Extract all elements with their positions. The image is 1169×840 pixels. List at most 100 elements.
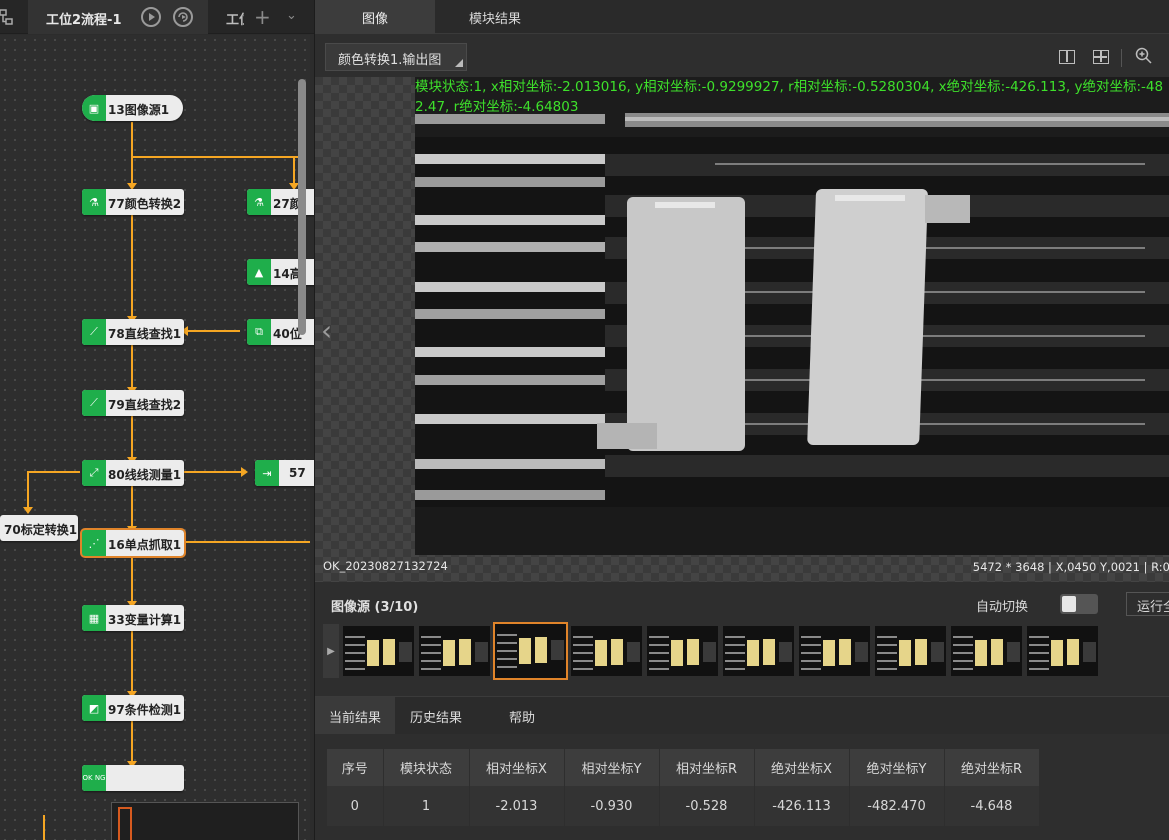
image-thumbnail[interactable] — [571, 626, 642, 676]
output-icon: ⇥ — [255, 460, 279, 486]
auto-switch-toggle[interactable] — [1060, 594, 1098, 614]
flow-node-57[interactable]: ⇥ 57 — [255, 460, 314, 486]
inspection-image — [415, 77, 1169, 555]
flow-node-variable-calc-1[interactable]: ▦ 33变量计算1 — [82, 605, 184, 631]
flow-tree-icon[interactable] — [0, 8, 16, 26]
flow-node-image-source[interactable]: ▣ 13图像源1 — [82, 95, 183, 121]
measure-icon: ⤢ — [82, 460, 106, 486]
thumbnail-strip: ▶ — [315, 622, 1169, 680]
position-fix-icon: ⧉ — [247, 319, 271, 345]
tab-image[interactable]: 图像 — [315, 0, 435, 34]
tab-flow-2[interactable]: 工位 + ⌄ — [218, 0, 314, 34]
flow-node-condition-check-1[interactable]: ◩ 97条件检测1 — [82, 695, 184, 721]
result-overlay-text: 模块状态:1, x相对坐标:-2.013016, y相对坐标:-0.929992… — [415, 79, 1164, 115]
color-convert-icon: ⚗ — [247, 189, 271, 215]
table-cell: -0.930 — [564, 786, 660, 826]
result-tab-bar: 当前结果 历史结果 帮助 — [315, 696, 1169, 735]
flow-node-label: 57 — [289, 466, 306, 480]
image-thumbnail[interactable] — [419, 626, 490, 676]
image-thumbnail[interactable] — [951, 626, 1022, 676]
add-tab-icon[interactable]: + — [254, 5, 271, 29]
result-table-area: 序号 模块状态 相对坐标X 相对坐标Y 相对坐标R 绝对坐标X 绝对坐标Y 绝对坐标R 01-… — [315, 734, 1169, 840]
flow-node-label: 13图像源1 — [108, 103, 170, 117]
image-source-bar: 图像源 (3/10) 自动切换 运行全 — [315, 584, 1169, 624]
minimap-viewport[interactable] — [118, 807, 132, 840]
toolbar-separator — [1121, 49, 1122, 67]
flow-node-label: 80线线测量1 — [108, 468, 182, 482]
color-convert-icon: ⚗ — [82, 189, 106, 215]
table-cell: -426.113 — [754, 786, 850, 826]
image-output-select[interactable]: 颜色转换1.输出图 — [325, 43, 467, 71]
image-filename: OK_20230827132724 — [323, 559, 448, 573]
table-cell: -482.470 — [849, 786, 945, 826]
calculator-icon: ▦ — [82, 605, 106, 631]
table-header-row: 序号 模块状态 相对坐标X 相对坐标Y 相对坐标R 绝对坐标X 绝对坐标Y 绝对坐标R — [327, 749, 1040, 786]
grid-view-icon[interactable] — [1093, 50, 1109, 64]
line-find-icon: ⟋ — [82, 390, 106, 416]
chevron-down-icon[interactable]: ⌄ — [286, 8, 297, 23]
flow-node-ok-ng[interactable]: OK NG — [82, 765, 184, 791]
flow-node-calib-convert-1[interactable]: 70标定转换1 — [0, 515, 78, 541]
auto-switch-label: 自动切换 — [976, 600, 1029, 615]
run-loop-icon[interactable] — [173, 7, 193, 27]
toggle-knob — [1062, 596, 1076, 612]
flow-node-point-grab-1[interactable]: ⋰ 16单点抓取1 — [80, 528, 186, 558]
flow-node-label: 16单点抓取1 — [108, 538, 182, 552]
image-info: 5472 * 3648 | X,0450 Y,0021 | R:0 — [972, 560, 1169, 574]
table-cell: 0 — [327, 786, 384, 826]
flow-vertical-scrollbar[interactable] — [298, 79, 306, 335]
table-cell: -4.648 — [944, 786, 1040, 826]
ok-ng-label: OK NG — [82, 774, 106, 782]
right-tab-bar: 图像 模块结果 — [315, 0, 1169, 34]
flow-canvas[interactable]: ▣ 13图像源1 ⚗ 77颜色转换2 ⚗ 27颜 ▲ 14高 ⟋ 78直线查找1… — [0, 35, 314, 840]
image-thumbnail[interactable] — [875, 626, 946, 676]
run-all-button[interactable]: 运行全 — [1126, 592, 1169, 616]
flow-minimap[interactable] — [111, 802, 299, 840]
table-row[interactable]: 0 1 -2.013 -0.930 -0.528 -426.113 -482.470 -4.6… — [327, 786, 1040, 826]
app-window: 工位2流程-1 工位 + ⌄ — [0, 0, 1169, 840]
image-thumbnail[interactable] — [723, 626, 794, 676]
flow-panel: 工位2流程-1 工位 + ⌄ — [0, 0, 314, 840]
tab-flow-1[interactable]: 工位2流程-1 — [28, 0, 208, 34]
tab-current-result[interactable]: 当前结果 — [315, 697, 395, 735]
result-panel: 图像 模块结果 颜色转换1.输出图 ‹ 模块状态:1, x相对坐标:-2.013… — [314, 0, 1169, 840]
image-icon: ▣ — [82, 95, 106, 121]
flow-node-color-convert-2[interactable]: ⚗ 77颜色转换2 — [82, 189, 184, 215]
chart-check-icon: ◩ — [82, 695, 106, 721]
flow-node-line-measure-1[interactable]: ⤢ 80线线测量1 — [82, 460, 184, 486]
tab-flow-2-label: 工位 — [226, 13, 244, 28]
image-thumbnail[interactable] — [1027, 626, 1098, 676]
table-header-cell: 相对坐标R — [659, 749, 755, 786]
thumbnail-play-icon[interactable]: ▶ — [323, 624, 339, 678]
table-body: 0 1 -2.013 -0.930 -0.528 -426.113 -482.470 -4.6… — [327, 786, 1040, 826]
flow-node-label: 79直线查找2 — [108, 398, 182, 412]
tab-history-result[interactable]: 历史结果 — [395, 697, 477, 735]
image-thumbnail[interactable] — [493, 622, 568, 680]
image-viewer[interactable]: ‹ 模块状态:1, x相对坐标:-2.013016, y相对坐标:-0.9299… — [315, 77, 1169, 582]
tab-help[interactable]: 帮助 — [477, 697, 567, 735]
run-once-icon[interactable] — [141, 7, 161, 27]
table-header-cell: 绝对坐标Y — [849, 749, 945, 786]
image-thumbnail[interactable] — [647, 626, 718, 676]
flow-node-line-find-1[interactable]: ⟋ 78直线查找1 — [82, 319, 184, 345]
tab-module-result[interactable]: 模块结果 — [435, 0, 555, 34]
flow-node-label: 77颜色转换2 — [108, 197, 182, 211]
image-thumbnail[interactable] — [799, 626, 870, 676]
table-header-cell: 相对坐标X — [469, 749, 565, 786]
previous-image-icon[interactable]: ‹ — [321, 314, 332, 347]
point-icon: ⋰ — [82, 530, 106, 556]
flow-node-label: 70标定转换1 — [4, 523, 78, 537]
table-cell: 1 — [383, 786, 470, 826]
result-table: 序号 模块状态 相对坐标X 相对坐标Y 相对坐标R 绝对坐标X 绝对坐标Y 绝对坐标R 01-… — [327, 749, 1040, 826]
split-view-icon[interactable] — [1059, 50, 1075, 64]
table-cell: -2.013 — [469, 786, 565, 826]
filter-icon: ▲ — [247, 259, 271, 285]
ok-ng-icon: OK NG — [82, 765, 106, 791]
zoom-in-icon[interactable] — [1135, 47, 1153, 65]
image-toolbar: 颜色转换1.输出图 — [315, 35, 1169, 77]
flow-node-line-find-2[interactable]: ⟋ 79直线查找2 — [82, 390, 184, 416]
table-cell: -0.528 — [659, 786, 755, 826]
flow-tab-bar: 工位2流程-1 工位 + ⌄ — [0, 0, 314, 34]
image-thumbnail[interactable] — [343, 626, 414, 676]
table-header-cell: 相对坐标Y — [564, 749, 660, 786]
